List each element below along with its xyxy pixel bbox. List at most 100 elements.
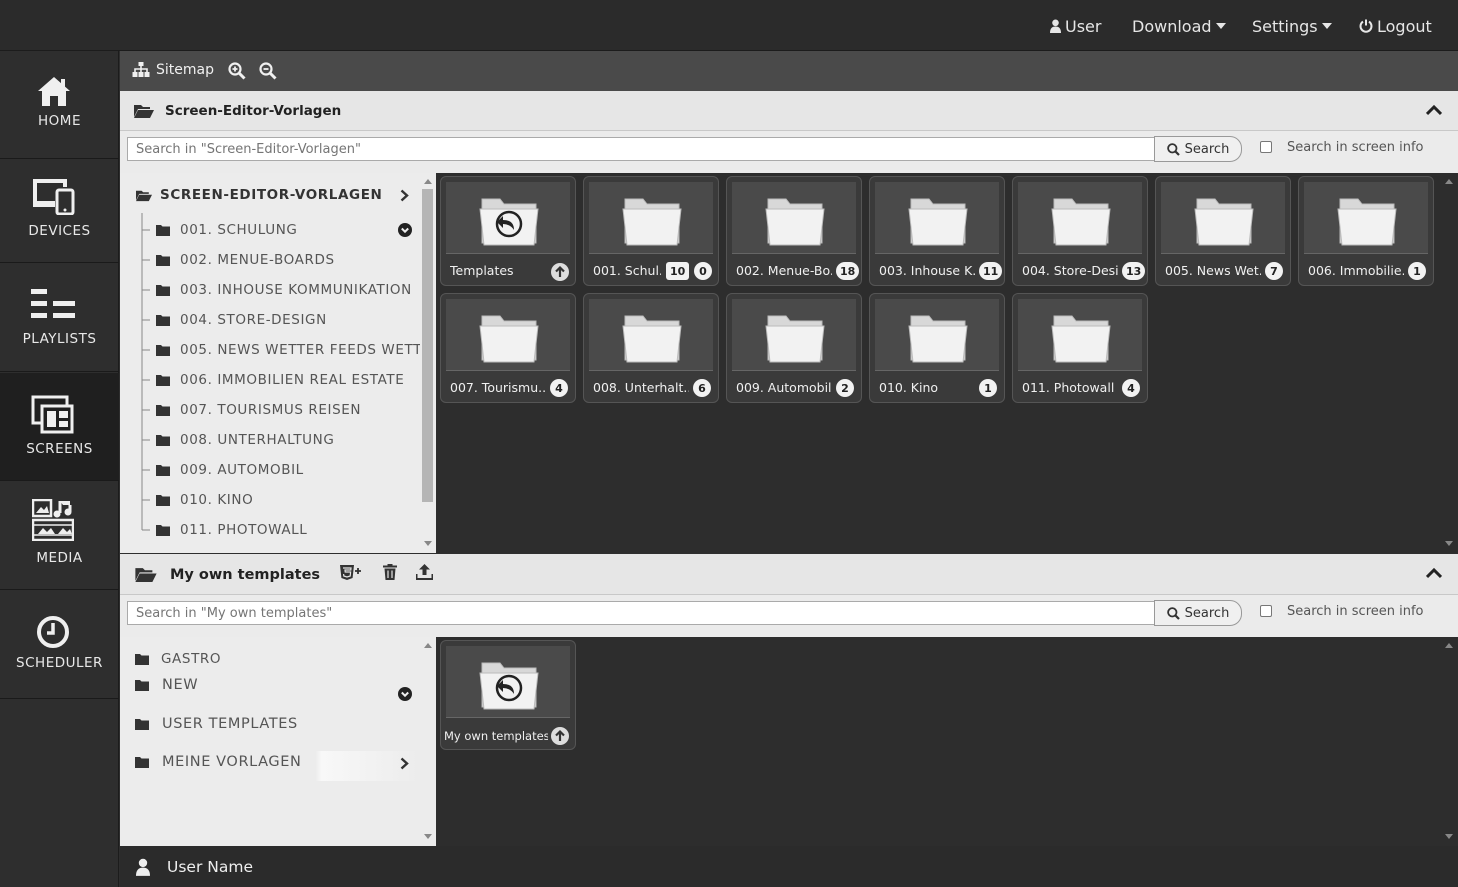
sidebar-label: SCREENS: [26, 441, 93, 457]
folder-tile-back[interactable]: Templates: [440, 176, 576, 286]
tree-scrollbar[interactable]: [420, 173, 436, 553]
tree-item[interactable]: 006. IMMOBILIEN REAL ESTATE: [156, 372, 404, 388]
zoom-out-icon[interactable]: [259, 62, 277, 80]
tree-item-label: USER TEMPLATES: [162, 716, 298, 732]
search-info-checkbox[interactable]: [1260, 141, 1272, 153]
count-badge: 0: [694, 262, 712, 280]
scroll-up-arrow[interactable]: [424, 179, 432, 184]
folder-thumb: [732, 182, 856, 254]
power-icon: [1359, 19, 1373, 33]
folder-thumb: [1018, 182, 1142, 254]
media-icon: [32, 499, 74, 541]
search-input[interactable]: [127, 137, 1155, 161]
scroll-down-arrow[interactable]: [1445, 541, 1453, 546]
chevron-right-icon[interactable]: [400, 189, 409, 202]
tree-item[interactable]: 010. KINO: [156, 492, 253, 508]
search-info-checkbox[interactable]: [1260, 605, 1272, 617]
folder-thumb: [446, 182, 570, 254]
folder-tile[interactable]: 008. Unterhalt... 6: [583, 293, 719, 403]
tree-item-label: 010. KINO: [180, 492, 254, 508]
tree-item[interactable]: 003. INHOUSE KOMMUNIKATION: [156, 282, 412, 298]
search-button[interactable]: Search: [1154, 600, 1242, 626]
upload-icon[interactable]: [416, 563, 433, 580]
sidebar-item-home[interactable]: HOME: [0, 51, 119, 159]
user-menu[interactable]: User: [1050, 16, 1101, 36]
sidebar-label: MEDIA: [36, 550, 83, 566]
tree-item[interactable]: USER TEMPLATES: [135, 716, 298, 732]
folder-tile[interactable]: 002. Menue-Bo... 18: [726, 176, 862, 286]
chevron-circle-down-icon[interactable]: [398, 687, 412, 701]
tree-item[interactable]: 001. SCHULUNG: [156, 222, 297, 238]
panel-title: My own templates: [170, 567, 321, 583]
sitemap-button[interactable]: Sitemap: [132, 62, 214, 78]
folder-tile[interactable]: 009. Automobil 2: [726, 293, 862, 403]
tree-item[interactable]: 009. AUTOMOBIL: [156, 462, 304, 478]
arrow-circle-up-icon[interactable]: [551, 727, 569, 745]
folder-tile-back[interactable]: My own templates: [440, 640, 576, 750]
count-badge: 11: [979, 262, 1003, 280]
tree-scrollbar[interactable]: [420, 637, 436, 846]
folder-icon: [1194, 198, 1254, 246]
caret-down-icon: [1215, 23, 1226, 29]
arrow-circle-up-icon[interactable]: [551, 263, 569, 281]
chevron-up-icon[interactable]: [1426, 104, 1442, 116]
scroll-up-arrow[interactable]: [1445, 643, 1453, 648]
tree-item[interactable]: NEW: [135, 677, 198, 693]
grid-scrollbar[interactable]: [1441, 173, 1457, 553]
chevron-right-icon[interactable]: [400, 757, 409, 770]
folder-icon: [156, 465, 170, 476]
sidebar-item-devices[interactable]: DEVICES: [0, 155, 119, 263]
sidebar-item-scheduler[interactable]: SCHEDULER: [0, 591, 119, 699]
chevron-circle-down-icon[interactable]: [398, 223, 412, 237]
folder-tile[interactable]: 010. Kino 1: [869, 293, 1005, 403]
panel-header-screen-editor-vorlagen: Screen-Editor-Vorlagen: [120, 91, 1458, 131]
tree-item[interactable]: 011. PHOTOWALL: [156, 522, 307, 538]
folder-name: Templates: [450, 263, 514, 278]
tree-item[interactable]: 005. NEWS WETTER FEEDS WETT: [156, 342, 422, 358]
folder-icon: [156, 345, 170, 356]
search-input[interactable]: [127, 601, 1155, 625]
scroll-down-arrow[interactable]: [424, 834, 432, 839]
tree-item[interactable]: 008. UNTERHALTUNG: [156, 432, 334, 448]
scroll-down-arrow[interactable]: [424, 541, 432, 546]
folder-name: 003. Inhouse K...: [879, 263, 975, 278]
zoom-in-icon[interactable]: [228, 62, 246, 80]
scroll-down-arrow[interactable]: [1445, 834, 1453, 839]
sidebar-item-media[interactable]: MEDIA: [0, 482, 119, 590]
chevron-up-icon[interactable]: [1426, 567, 1442, 579]
tree-item[interactable]: 002. MENUE-BOARDS: [156, 252, 335, 268]
folder-tile[interactable]: 005. News Wet... 7: [1155, 176, 1291, 286]
folder-thumb: [1304, 182, 1428, 254]
clock-icon: [37, 616, 69, 648]
trash-icon[interactable]: [383, 564, 397, 580]
count-badge: 1: [979, 379, 997, 397]
scrollbar-thumb[interactable]: [422, 189, 433, 502]
folder-tile[interactable]: 006. Immobilie... 1: [1298, 176, 1434, 286]
logout-button[interactable]: Logout: [1359, 16, 1432, 36]
folder-tile[interactable]: 007. Tourismu... 4: [440, 293, 576, 403]
folder-name: 004. Store-Desi...: [1022, 263, 1118, 278]
tree-item[interactable]: 007. TOURISMUS REISEN: [156, 402, 361, 418]
search-button[interactable]: Search: [1154, 136, 1242, 162]
folder-tile[interactable]: 011. Photowall 4: [1012, 293, 1148, 403]
folder-name: 007. Tourismu...: [450, 380, 546, 395]
folder-tile[interactable]: 004. Store-Desi... 13: [1012, 176, 1148, 286]
folder-icon: [156, 225, 170, 236]
tree-item[interactable]: GASTRO: [135, 651, 221, 667]
sidebar-label: SCHEDULER: [16, 655, 103, 671]
html5-add-icon[interactable]: [339, 564, 363, 581]
folder-grid: Templates 001. Schul... 10 0 002. Menue-…: [437, 173, 1441, 553]
tree-item[interactable]: 004. STORE-DESIGN: [156, 312, 327, 328]
sidebar-item-screens[interactable]: SCREENS: [0, 373, 119, 481]
folder-icon: [156, 495, 170, 506]
settings-menu[interactable]: Settings: [1252, 16, 1332, 36]
folder-tile[interactable]: 003. Inhouse K... 11: [869, 176, 1005, 286]
folder-tile[interactable]: 001. Schul... 10 0: [583, 176, 719, 286]
tree-item[interactable]: MEINE VORLAGEN: [135, 754, 301, 770]
download-menu[interactable]: Download: [1132, 16, 1226, 36]
grid-scrollbar[interactable]: [1441, 637, 1457, 846]
sidebar-item-playlists[interactable]: PLAYLISTS: [0, 264, 119, 372]
scroll-up-arrow[interactable]: [424, 643, 432, 648]
scroll-up-arrow[interactable]: [1445, 179, 1453, 184]
user-icon: [136, 858, 150, 876]
